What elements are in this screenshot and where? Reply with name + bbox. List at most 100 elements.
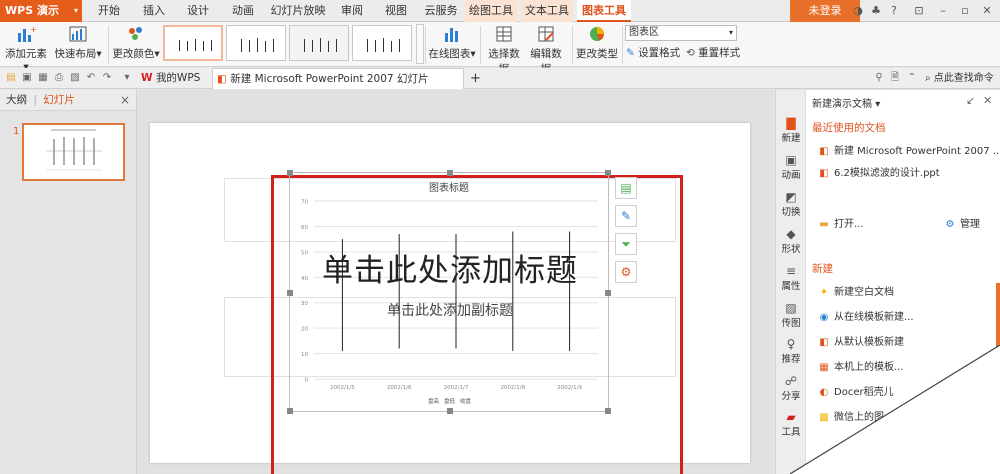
chart-element-select[interactable]: 图表区 ▾ bbox=[625, 25, 737, 41]
tab-insert[interactable]: 插入 bbox=[136, 0, 172, 22]
tab-text-tools[interactable]: 文本工具 bbox=[521, 0, 573, 22]
tab-outline[interactable]: 大纲 bbox=[6, 94, 27, 106]
ribbon-separator bbox=[622, 26, 623, 64]
tab-review[interactable]: 审阅 bbox=[334, 0, 370, 22]
redo-icon[interactable]: ↷ bbox=[100, 71, 114, 85]
resize-handle[interactable] bbox=[447, 170, 453, 176]
recent-doc-item[interactable]: ◧ 新建 Microsoft PowerPoint 2007 ... bbox=[818, 142, 1000, 157]
open-button[interactable]: ▬ 打开... bbox=[818, 215, 863, 230]
tab-design[interactable]: 设计 bbox=[180, 0, 216, 22]
legend-entry: 收盘 bbox=[460, 397, 472, 405]
add-element-icon: + bbox=[18, 25, 36, 42]
tab-my-wps[interactable]: W 我的WPS × bbox=[137, 68, 209, 105]
skin-icon[interactable]: ◑ bbox=[850, 3, 866, 19]
search-command[interactable]: ⌕ 点此查找命令 bbox=[925, 68, 994, 89]
slide-subtitle-placeholder[interactable]: 单击此处添加副标题 bbox=[290, 300, 610, 320]
nav-property[interactable]: ≡ 属性 bbox=[776, 264, 806, 292]
set-format-button[interactable]: ✎ 设置格式 bbox=[626, 45, 684, 60]
nav-upload-image[interactable]: ▨ 传图 bbox=[776, 301, 806, 329]
change-color-button[interactable]: 更改颜色▾ bbox=[112, 25, 160, 61]
svg-text:+: + bbox=[30, 25, 36, 34]
chart-plot: 0102030405060702002/1/5 2002/1/6 2002/1/7 2… bbox=[301, 200, 598, 405]
ribbon-separator bbox=[108, 26, 109, 64]
tab-slides[interactable]: 幻灯片 bbox=[43, 94, 75, 106]
nav-animation[interactable]: ▣ 动画 bbox=[776, 153, 806, 181]
nav-new[interactable]: ▇ 新建 bbox=[776, 116, 806, 144]
tab-slideshow[interactable]: 幻灯片放映 bbox=[268, 0, 328, 22]
tab-view[interactable]: 视图 bbox=[378, 0, 414, 22]
tab-chart-tools[interactable]: 图表工具 bbox=[577, 0, 631, 22]
task-pane-title[interactable]: 新建演示文稿 ▾ bbox=[812, 95, 880, 110]
online-chart-button[interactable]: 在线图表▾ bbox=[428, 25, 476, 61]
chart-filter-icon[interactable]: ⏷ bbox=[615, 233, 637, 255]
y-tick-label: 20 bbox=[301, 327, 308, 333]
resize-handle[interactable] bbox=[287, 290, 293, 296]
new-tab-button[interactable]: + bbox=[466, 68, 482, 89]
chart-elements-icon[interactable]: ▤ bbox=[615, 177, 637, 199]
legend-entry: 盘高 bbox=[428, 397, 440, 405]
reset-style-button[interactable]: ⟲ 重置样式 bbox=[686, 45, 744, 60]
save-icon[interactable]: ▣ bbox=[20, 71, 34, 85]
chart-area[interactable]: 图表标题 0 10 20 30 40 50 60 70 2002/1/5 2002/1/6 2002… bbox=[287, 170, 611, 414]
tab-animation[interactable]: 动画 bbox=[225, 0, 261, 22]
page-curl-overlay bbox=[790, 345, 1000, 474]
animation-icon: ▣ bbox=[785, 153, 797, 167]
open-folder-icon[interactable]: ▤ bbox=[4, 71, 18, 85]
style-gallery-scroll[interactable] bbox=[416, 24, 424, 64]
nav-label: 属性 bbox=[781, 281, 801, 292]
nav-transition[interactable]: ◩ 切换 bbox=[776, 190, 806, 218]
shirt-icon[interactable]: ♣ bbox=[868, 3, 884, 19]
tab-drawing-tools[interactable]: 绘图工具 bbox=[465, 0, 517, 22]
restore-ribbon-icon[interactable]: ⊡ bbox=[906, 0, 932, 22]
reset-style-label: 重置样式 bbox=[698, 47, 741, 59]
chart-style-brush-icon[interactable]: ✎ bbox=[615, 205, 637, 227]
tab-document[interactable]: ◧ 新建 Microsoft PowerPoint 2007 幻灯片 (2).p… bbox=[212, 68, 464, 106]
app-menu-button[interactable]: WPS 演示 ▾ bbox=[0, 0, 82, 22]
folder-icon: ▬ bbox=[819, 219, 829, 230]
resize-handle[interactable] bbox=[287, 408, 293, 414]
transition-icon: ◩ bbox=[785, 190, 797, 204]
customize-toolbar-icon[interactable]: ▾ bbox=[120, 71, 134, 85]
pane-edge-tab[interactable] bbox=[996, 283, 1000, 353]
recent-doc-label: 6.2模拟滤波的设计.ppt bbox=[834, 168, 940, 179]
close-icon[interactable]: × bbox=[120, 90, 130, 111]
close-icon[interactable]: ✕ bbox=[974, 0, 1000, 22]
slide-thumbnail[interactable] bbox=[22, 123, 125, 181]
chart-style-3[interactable] bbox=[289, 25, 349, 61]
add-element-button[interactable]: + 添加元素▾ bbox=[4, 25, 48, 73]
resize-handle[interactable] bbox=[447, 408, 453, 414]
resize-handle[interactable] bbox=[605, 290, 611, 296]
chart-settings-gear-icon[interactable]: ⚙ bbox=[615, 261, 637, 283]
quick-layout-button[interactable]: 快速布局▾ bbox=[54, 25, 102, 61]
export-pdf-icon[interactable]: ▦ bbox=[36, 71, 50, 85]
chevron-down-icon: ▾ bbox=[96, 48, 102, 60]
pin-icon[interactable]: ⚲ bbox=[872, 71, 886, 85]
chart-style-4[interactable] bbox=[352, 25, 412, 61]
print-icon[interactable]: ⎙ bbox=[52, 71, 66, 85]
new-blank-doc[interactable]: ✦ 新建空白文档 bbox=[818, 283, 894, 298]
new-section-header: 新建 bbox=[812, 263, 833, 275]
resize-handle[interactable] bbox=[605, 170, 611, 176]
gear-icon: ⚙ bbox=[945, 219, 955, 230]
recent-doc-item[interactable]: ◧ 6.2模拟滤波的设计.ppt bbox=[818, 164, 940, 179]
tab-home[interactable]: 开始 bbox=[90, 0, 128, 22]
chart-style-1[interactable] bbox=[163, 25, 223, 61]
nav-shape[interactable]: ◆ 形状 bbox=[776, 227, 806, 255]
resize-handle[interactable] bbox=[605, 408, 611, 414]
manage-button[interactable]: ⚙ 管理 bbox=[944, 215, 980, 230]
file-sync-icon[interactable]: 🗎 bbox=[888, 71, 902, 85]
collapse-pane-icon[interactable]: ↙ bbox=[966, 94, 975, 107]
resize-handle[interactable] bbox=[287, 170, 293, 176]
ppt-file-icon: ◧ bbox=[217, 73, 227, 85]
preview-icon[interactable]: ▧ bbox=[68, 71, 82, 85]
new-from-online-template[interactable]: ◉ 从在线模板新建... bbox=[818, 308, 914, 323]
chart-style-2[interactable] bbox=[226, 25, 286, 61]
tab-cloud[interactable]: 云服务 bbox=[421, 0, 461, 22]
collapse-ribbon-icon[interactable]: ⌃ bbox=[905, 71, 919, 85]
slide-title-placeholder[interactable]: 单击此处添加标题 bbox=[290, 245, 610, 290]
help-icon[interactable]: ? bbox=[886, 3, 902, 19]
undo-icon[interactable]: ↶ bbox=[84, 71, 98, 85]
online-chart-label: 在线图表 bbox=[428, 48, 471, 60]
change-type-button[interactable]: 更改类型 bbox=[576, 25, 618, 61]
close-icon[interactable]: ✕ bbox=[983, 94, 992, 107]
